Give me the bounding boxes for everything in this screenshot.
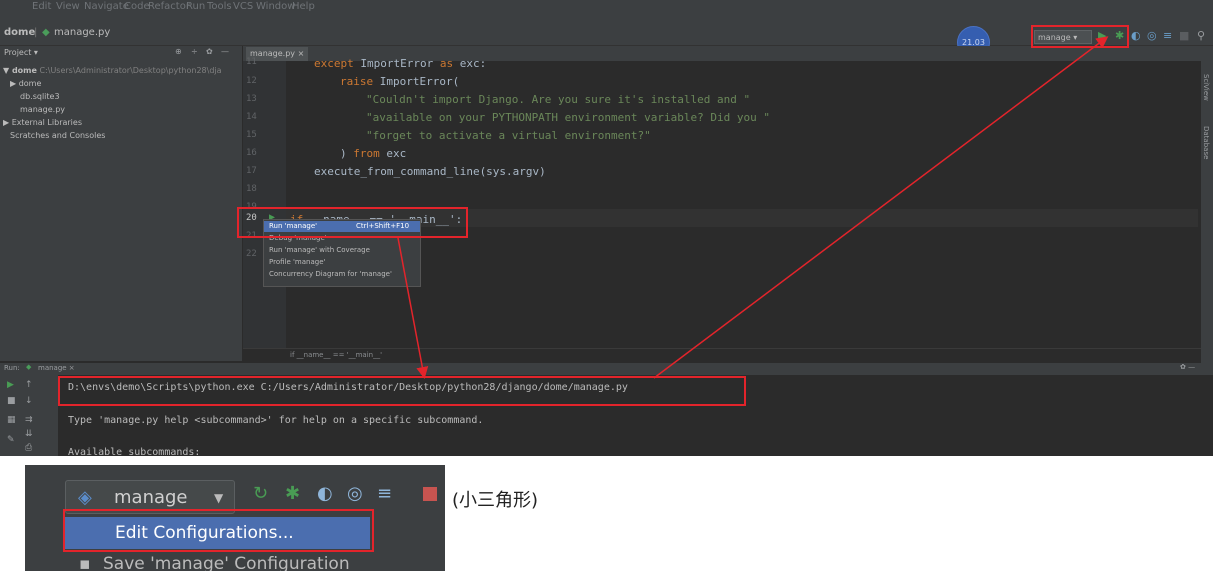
save-configuration-item[interactable]: ▪ Save 'manage' Configuration (65, 551, 370, 571)
concurrency-icon[interactable]: ≡ (377, 483, 392, 504)
save-icon: ▪ (79, 554, 91, 571)
highlight-edit-configurations (63, 509, 374, 552)
annotation-note: (小三角形) (452, 490, 539, 511)
arrow-to-command (397, 237, 429, 379)
coverage-icon[interactable]: ◐ (317, 483, 333, 504)
rerun-icon[interactable]: ↻ (253, 483, 268, 504)
save-configuration-label: Save 'manage' Configuration (103, 554, 350, 571)
stop-icon[interactable] (423, 487, 437, 501)
config-label: manage (114, 487, 188, 508)
debug-icon[interactable]: ✱ (285, 483, 300, 504)
arrow-to-run-config (653, 36, 1109, 379)
profile-icon[interactable]: ◎ (347, 483, 363, 504)
